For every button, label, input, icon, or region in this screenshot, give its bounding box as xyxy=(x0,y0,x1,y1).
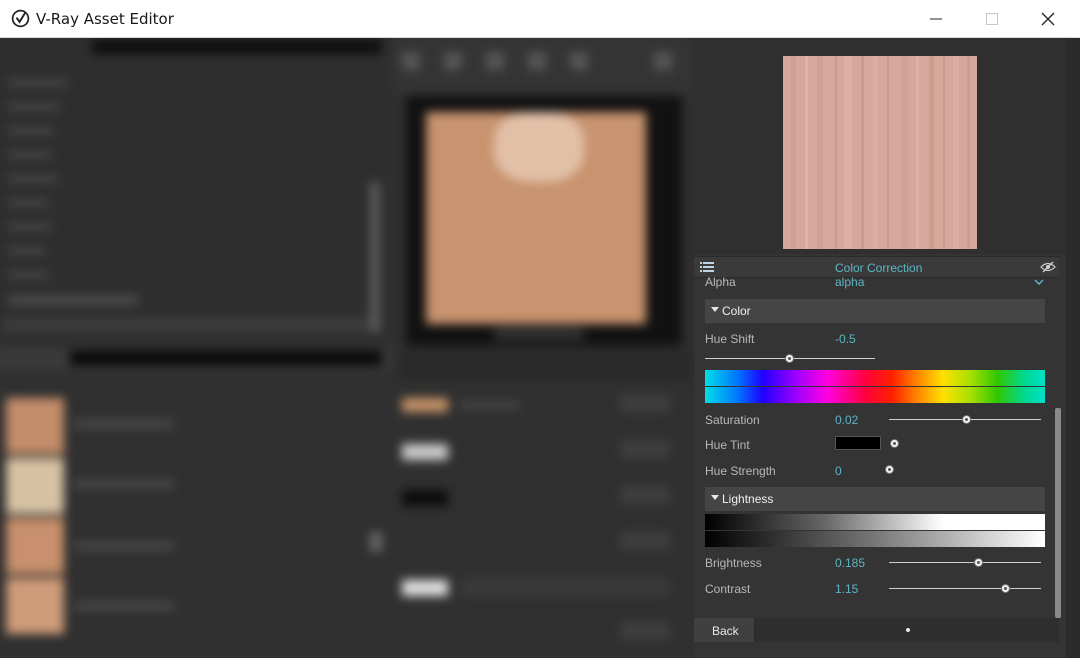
contrast-slider-handle[interactable] xyxy=(1001,584,1011,593)
back-button[interactable]: Back xyxy=(694,618,755,642)
page-indicator-dot xyxy=(906,628,910,632)
texture-preview xyxy=(783,56,977,249)
lightness-gradient-top xyxy=(705,514,1045,530)
hue-shift-slider-handle[interactable] xyxy=(785,354,794,363)
window-title: V-Ray Asset Editor xyxy=(36,10,174,28)
saturation-value[interactable]: 0.02 xyxy=(835,413,858,427)
hue-strength-value[interactable]: 0 xyxy=(835,464,842,478)
maximize-button[interactable] xyxy=(964,0,1020,38)
vray-logo-icon xyxy=(11,9,30,28)
close-icon xyxy=(1041,12,1055,26)
hue-tint-handle[interactable] xyxy=(890,439,899,448)
saturation-slider-handle[interactable] xyxy=(961,415,971,424)
contrast-label: Contrast xyxy=(705,582,751,596)
expand-triangle-icon xyxy=(711,307,719,312)
maximize-icon xyxy=(986,13,998,25)
expand-triangle-icon xyxy=(711,495,719,500)
saturation-label: Saturation xyxy=(705,413,760,427)
texture-preview-area xyxy=(694,38,1066,254)
brightness-slider[interactable] xyxy=(889,562,1041,563)
panel-scrollbar[interactable] xyxy=(1055,408,1061,618)
title-bar: V-Ray Asset Editor xyxy=(0,0,1080,38)
hue-tint-color-swatch[interactable] xyxy=(835,436,881,450)
alpha-dropdown[interactable]: alpha xyxy=(835,275,864,289)
hue-shift-label: Hue Shift xyxy=(705,332,755,346)
brightness-label: Brightness xyxy=(705,556,762,570)
lightness-group-header[interactable]: Lightness xyxy=(705,487,1045,511)
eye-hidden-icon[interactable] xyxy=(1040,261,1056,273)
minimize-icon xyxy=(930,18,942,20)
list-icon[interactable] xyxy=(700,261,714,273)
back-button-label: Back xyxy=(712,624,739,638)
chevron-down-icon[interactable] xyxy=(1034,279,1044,285)
color-correction-header[interactable]: Color Correction xyxy=(694,256,1059,278)
color-group-title: Color xyxy=(722,304,751,318)
minimize-button[interactable] xyxy=(908,0,964,38)
hue-strength-label: Hue Strength xyxy=(705,464,776,478)
hue-spectrum-top xyxy=(705,370,1045,386)
hue-strength-slider-handle[interactable] xyxy=(885,465,894,474)
contrast-value[interactable]: 1.15 xyxy=(835,582,858,596)
window-edge-strip xyxy=(1066,38,1080,658)
hue-tint-label: Hue Tint xyxy=(705,438,750,452)
color-correction-panel: Color Correction Alpha alpha Color Hue S… xyxy=(694,38,1066,658)
close-button[interactable] xyxy=(1020,0,1076,38)
hue-shift-value[interactable]: -0.5 xyxy=(835,332,856,346)
hue-spectrum-bottom xyxy=(705,387,1045,403)
color-group-header[interactable]: Color xyxy=(705,299,1045,323)
section-title: Color Correction xyxy=(835,261,923,275)
brightness-value[interactable]: 0.185 xyxy=(835,556,865,570)
blurred-asset-list-area xyxy=(0,38,694,658)
panel-footer: Back xyxy=(694,618,1059,642)
brightness-slider-handle[interactable] xyxy=(973,558,983,567)
alpha-label: Alpha xyxy=(705,275,736,289)
lightness-gradient-bottom xyxy=(705,531,1045,547)
contrast-slider[interactable] xyxy=(889,588,1041,589)
lightness-group-title: Lightness xyxy=(722,492,774,506)
